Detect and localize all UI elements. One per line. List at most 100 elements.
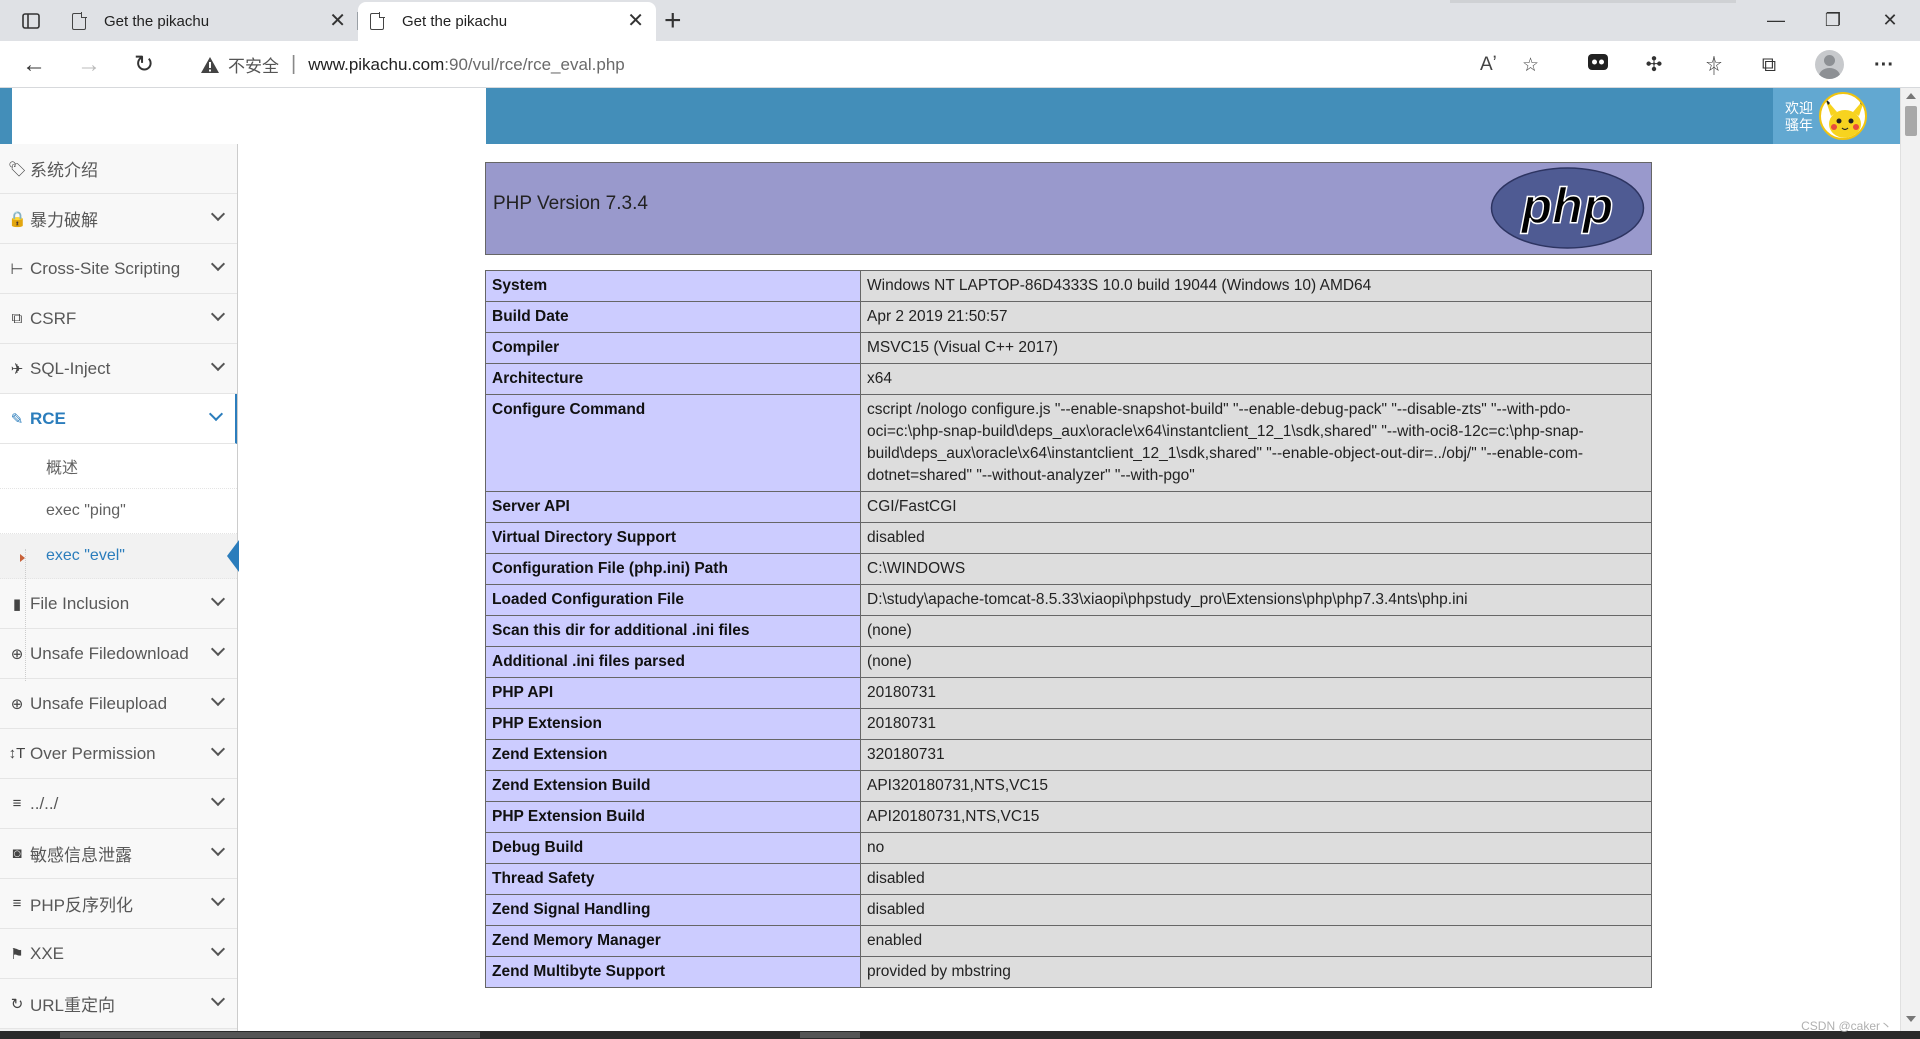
table-row: Zend Extension 320180731 (485, 739, 1652, 771)
phpinfo-value: Apr 2 2019 21:50:57 (860, 301, 1652, 333)
browser-toolbar: ← → ↻ 不安全 | www.pikachu.com:90/vul/rce/r… (0, 41, 1920, 88)
address-bar[interactable]: 不安全 | www.pikachu.com:90/vul/rce/rce_eva… (180, 45, 1570, 84)
profile-icon[interactable] (1815, 50, 1844, 79)
sidebar-item-label: Unsafe Fileupload (30, 693, 168, 713)
table-row: Virtual Directory Support disabled (485, 522, 1652, 554)
collections-icon[interactable] (1584, 51, 1612, 79)
watermark: CSDN @caker丶 (1801, 1019, 1892, 1033)
sidebar-item[interactable]: ⚑ XXE (0, 929, 237, 979)
close-icon[interactable]: ✕ (329, 11, 346, 31)
extensions-icon[interactable]: ✣ (1640, 51, 1668, 79)
sidebar-item[interactable]: ≡ PHP反序列化 (0, 879, 237, 929)
sidebar-item-label: ../../ (30, 793, 59, 813)
user-menu[interactable]: 欢迎骚年 (1773, 88, 1900, 144)
chevron-down-icon (210, 941, 226, 957)
forward-button[interactable]: → (73, 49, 105, 81)
back-button[interactable]: ← (18, 49, 50, 81)
scroll-down-icon[interactable] (1906, 1016, 1916, 1022)
sidebar-subitem[interactable]: 概述 (0, 444, 237, 489)
close-icon[interactable]: ✕ (627, 11, 644, 31)
lock-icon: 🔒 (8, 210, 27, 228)
sidebar-item-label: SQL-Inject (30, 358, 111, 378)
sidebar-item[interactable]: ✈ SQL-Inject (0, 344, 237, 394)
scrollbar-thumb[interactable] (1905, 106, 1917, 136)
sidebar-subitem[interactable]: exec "evel" (0, 534, 239, 579)
browser-tab-bar: Get the pikachu ✕ Get the pikachu ✕ + — … (0, 0, 1920, 41)
sidebar-item[interactable]: ⧉ CSRF (0, 294, 237, 344)
phpinfo-value: disabled (860, 863, 1652, 895)
camera-icon: ◙ (12, 845, 22, 862)
sidebar-item-label: RCE (30, 408, 66, 428)
add-favorite-icon[interactable]: ☆ (1522, 54, 1539, 77)
sidebar-item-label: Over Permission (30, 743, 156, 763)
sidebar-item[interactable]: ⊕ Unsafe Fileupload (0, 679, 237, 729)
table-row: Loaded Configuration File D:\study\apache… (485, 584, 1652, 616)
sidebar-item[interactable]: 🏷 系统介绍 (0, 144, 237, 194)
window-close-button[interactable]: ✕ (1867, 6, 1913, 34)
sidebar-item[interactable]: ⊕ Unsafe Filedownload (0, 629, 237, 679)
php-version: PHP Version 7.3.4 (493, 193, 648, 214)
phpinfo-value: (none) (860, 646, 1652, 678)
php-version-header: PHP Version 7.3.4 php (485, 162, 1652, 255)
sitemap-icon: ⊢ (10, 260, 24, 278)
read-aloud-icon[interactable]: Aʼ (1480, 54, 1497, 76)
chevron-down-icon (210, 641, 226, 657)
reload-button[interactable]: ↻ (128, 49, 160, 81)
table-row: Debug Build no (485, 832, 1652, 864)
tab-actions-icon[interactable] (14, 8, 48, 34)
phpinfo-key: Configure Command (485, 394, 861, 492)
window-drag-strip (1450, 0, 1736, 3)
table-row: System Windows NT LAPTOP-86D4333S 10.0 bu… (485, 270, 1652, 302)
phpinfo-key: Virtual Directory Support (485, 522, 861, 554)
sidebar-subitem[interactable]: exec "ping" (0, 489, 237, 534)
sidebar-item[interactable]: 🔒 暴力破解 (0, 194, 237, 244)
phpinfo-key: Loaded Configuration File (485, 584, 861, 616)
chevron-down-icon (208, 406, 224, 422)
more-icon[interactable]: ··· (1870, 51, 1898, 79)
table-row: Zend Multibyte Support provided by mbstri… (485, 956, 1652, 988)
tab-title: Get the pikachu (104, 13, 210, 30)
phpinfo-key: Server API (485, 491, 861, 523)
sidebar-item[interactable]: ⊢ Cross-Site Scripting (0, 244, 237, 294)
browser-tab[interactable]: Get the pikachu ✕ (60, 2, 358, 41)
minimize-button[interactable]: — (1753, 6, 1799, 34)
phpinfo-value: (none) (860, 615, 1652, 647)
phpinfo-table: System Windows NT LAPTOP-86D4333S 10.0 bu… (485, 270, 1652, 988)
phpinfo-key: Zend Extension (485, 739, 861, 771)
phpinfo-value: MSVC15 (Visual C++ 2017) (860, 332, 1652, 364)
phpinfo-value: 20180731 (860, 677, 1652, 709)
file-icon: ▮ (12, 595, 22, 613)
phpinfo-key: Configuration File (php.ini) Path (485, 553, 861, 585)
sidebar-subitem-label: exec "ping" (46, 502, 126, 519)
pencil-icon: ✎ (10, 410, 24, 428)
url-host: www.pikachu.com (308, 54, 445, 74)
table-row: Additional .ini files parsed (none) (485, 646, 1652, 678)
restore-button[interactable]: ❐ (1810, 6, 1856, 34)
table-row: Configuration File (php.ini) Path C:\WIND… (485, 553, 1652, 585)
page-icon (72, 12, 87, 30)
top-navbar: 欢迎骚年 (0, 88, 1900, 144)
phpinfo-key: Architecture (485, 363, 861, 395)
phpinfo-key: Compiler (485, 332, 861, 364)
new-tab-button[interactable]: + (664, 4, 682, 38)
sidebar-item-label: 系统介绍 (30, 161, 98, 180)
sidebar-item[interactable]: ≡ ../../ (0, 779, 237, 829)
scroll-up-icon[interactable] (1906, 93, 1916, 99)
sidebar-item-label: PHP反序列化 (30, 896, 133, 915)
favorites-icon[interactable]: ☆ (1700, 51, 1728, 79)
vertical-scrollbar[interactable] (1900, 88, 1920, 1031)
sidebar-item[interactable]: ✎ RCE (0, 394, 237, 444)
collections-list-icon[interactable]: ⧉ (1755, 51, 1783, 79)
phpinfo-key: PHP API (485, 677, 861, 709)
sidebar-item[interactable]: ↻ URL重定向 (0, 979, 237, 1029)
sidebar-item[interactable]: ◙ 敏感信息泄露 (0, 829, 237, 879)
sidebar-item[interactable]: ↕T Over Permission (0, 729, 237, 779)
security-label[interactable]: 不安全 (228, 52, 279, 77)
chevron-down-icon (210, 791, 226, 807)
download-icon: ⊕ (10, 645, 24, 663)
sidebar-item[interactable]: ▮ File Inclusion (0, 579, 237, 629)
browser-tab-active[interactable]: Get the pikachu ✕ (358, 2, 656, 41)
share-icon: ⧉ (11, 310, 23, 327)
sidebar-item-label: 敏感信息泄露 (30, 846, 132, 865)
submenu-tree-line (25, 549, 26, 681)
